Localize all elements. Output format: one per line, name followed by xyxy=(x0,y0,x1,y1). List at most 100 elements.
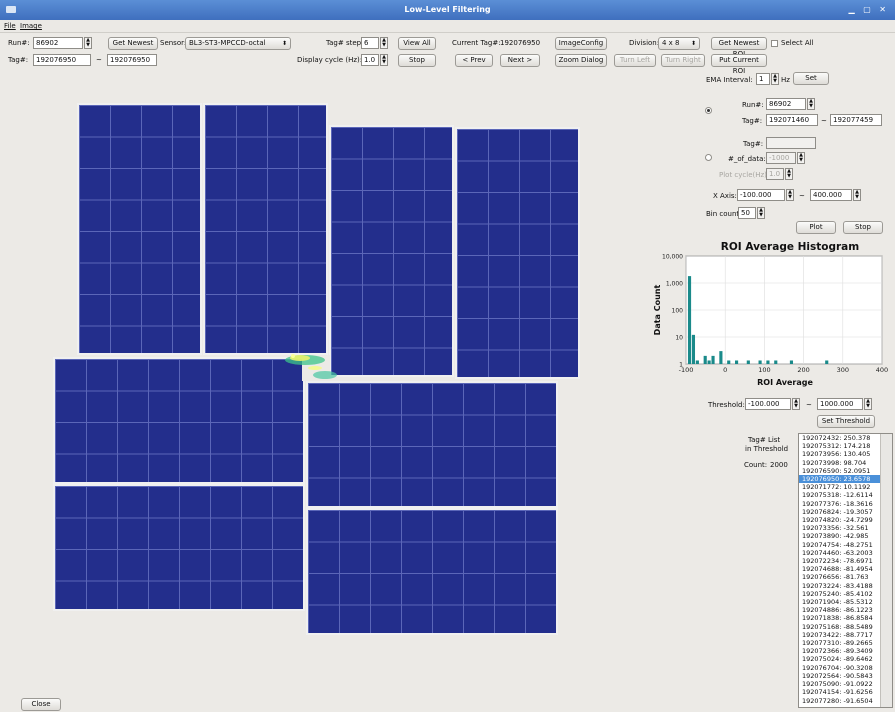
tag-range-radio[interactable] xyxy=(705,107,712,114)
tag-list-item[interactable]: 192074460: -63.2003 xyxy=(799,549,892,557)
tag-list-item[interactable]: 192073224: -83.4188 xyxy=(799,582,892,590)
stop-button[interactable]: Stop xyxy=(398,54,436,67)
ema-spinner[interactable]: ▲ ▼ xyxy=(771,73,779,85)
tag-list-item[interactable]: 192076950: 23.6578 xyxy=(799,475,892,484)
tag-list-item[interactable]: 192073422: -88.7717 xyxy=(799,631,892,639)
display-cycle-spinner[interactable]: ▲ ▼ xyxy=(380,54,388,66)
tag-to-field[interactable]: 192076950 xyxy=(107,54,157,66)
histogram-bar xyxy=(711,355,715,364)
tag-list-item[interactable]: 192077310: -89.2665 xyxy=(799,639,892,647)
get-newest-button[interactable]: Get Newest xyxy=(108,37,158,50)
x-axis-to-spinner[interactable]: ▲ ▼ xyxy=(853,189,861,201)
histogram-bar xyxy=(691,334,696,364)
tag-list-item[interactable]: 192072432: 250.378 xyxy=(799,434,892,442)
detector-image[interactable] xyxy=(40,95,620,640)
plot-button[interactable]: Plot xyxy=(796,221,836,234)
tag-list-item[interactable]: 192076824: -19.3057 xyxy=(799,508,892,516)
window-controls-icon[interactable]: ▁ ▢ ✕ xyxy=(849,5,890,14)
ema-set-button[interactable]: Set xyxy=(793,72,829,85)
num-data-field[interactable]: -1000 xyxy=(766,152,796,164)
histogram-bar xyxy=(766,360,770,364)
roi-run-spinner[interactable]: ▲ ▼ xyxy=(807,98,815,110)
y-tick-label: 100 xyxy=(672,308,684,315)
tag-list-item[interactable]: 192071838: -86.8584 xyxy=(799,614,892,622)
tag-list-item[interactable]: 192073890: -42.985 xyxy=(799,532,892,540)
tag-list-item[interactable]: 192074154: -91.6256 xyxy=(799,688,892,696)
put-current-roi-button[interactable]: Put Current ROI xyxy=(711,54,767,75)
plot-cycle-spinner[interactable]: ▲ ▼ xyxy=(785,168,793,180)
get-newest-roi-button[interactable]: Get Newest ROI xyxy=(711,37,767,58)
bin-count-spinner[interactable]: ▲ ▼ xyxy=(757,207,765,219)
tag-list-item[interactable]: 192075090: -91.0922 xyxy=(799,680,892,688)
view-all-button[interactable]: View All xyxy=(398,37,436,50)
tag-list[interactable]: 192072432: 250.378 192075312: 174.218 1920… xyxy=(798,433,893,708)
roi-run-field[interactable]: 86902 xyxy=(766,98,806,110)
x-axis-from-field[interactable]: -100.000 xyxy=(737,189,785,201)
next-button[interactable]: Next > xyxy=(500,54,540,67)
zoom-dialog-button[interactable]: Zoom Dialog xyxy=(555,54,607,67)
sensor-combo[interactable]: BL3-ST3-MPCCD-octal ⬍ xyxy=(185,37,291,50)
tag-list-item[interactable]: 192073998: 98.704 xyxy=(799,459,892,467)
x-axis-label: X Axis: xyxy=(713,192,737,200)
division-value: 4 x 8 xyxy=(662,39,680,47)
tag-list-item[interactable]: 192075168: -88.5489 xyxy=(799,623,892,631)
roi-tag2-field[interactable] xyxy=(766,137,816,149)
x-tick-label: 200 xyxy=(797,366,809,374)
tag-step-field[interactable]: 6 xyxy=(361,37,379,49)
tag-list-item[interactable]: 192073356: -32.561 xyxy=(799,524,892,532)
menu-image[interactable]: Image xyxy=(20,22,42,30)
tag-list-item[interactable]: 192074820: -24.7299 xyxy=(799,516,892,524)
tag-list-item[interactable]: 192075024: -89.6462 xyxy=(799,655,892,663)
threshold-to-spinner[interactable]: ▲ ▼ xyxy=(864,398,872,410)
close-button[interactable]: Close xyxy=(21,698,61,711)
division-combo[interactable]: 4 x 8 ⬍ xyxy=(658,37,700,50)
tag-list-item[interactable]: 192076590: 52.0951 xyxy=(799,467,892,475)
tag-list-item[interactable]: 192072564: -90.5843 xyxy=(799,672,892,680)
menu-file[interactable]: File xyxy=(4,22,16,30)
tag-list-item[interactable]: 192074688: -81.4954 xyxy=(799,565,892,573)
tag-from-field[interactable]: 192076950 xyxy=(33,54,91,66)
tag-list-item[interactable]: 192073956: 130.405 xyxy=(799,450,892,458)
tag-list-item[interactable]: 192076656: -81.763 xyxy=(799,573,892,581)
set-threshold-button[interactable]: Set Threshold xyxy=(817,415,875,428)
x-axis-from-spinner[interactable]: ▲ ▼ xyxy=(786,189,794,201)
bin-count-field[interactable]: 50 xyxy=(738,207,756,219)
run-field[interactable]: 86902 xyxy=(33,37,83,49)
select-all-checkbox[interactable] xyxy=(771,40,778,47)
roi-tag-to-field[interactable]: 192077459 xyxy=(830,114,882,126)
threshold-from-field[interactable]: -100.000 xyxy=(745,398,791,410)
plot-stop-button[interactable]: Stop xyxy=(843,221,883,234)
x-axis-separator: ~ xyxy=(799,192,805,200)
histogram-bar xyxy=(825,360,829,364)
threshold-from-spinner[interactable]: ▲ ▼ xyxy=(792,398,800,410)
tag-list-item[interactable]: 192072234: -78.6971 xyxy=(799,557,892,565)
tag-step-spinner[interactable]: ▲ ▼ xyxy=(380,37,388,49)
tag-list-item[interactable]: 192077280: -91.6504 xyxy=(799,697,892,705)
tag-list-item[interactable]: 192077376: -18.3616 xyxy=(799,500,892,508)
division-label: Division: xyxy=(629,39,660,47)
tag-list-item[interactable]: 192074886: -86.1223 xyxy=(799,606,892,614)
tag-list-scrollbar[interactable] xyxy=(880,434,892,707)
tag-list-item[interactable]: 192075240: -85.4102 xyxy=(799,590,892,598)
display-cycle-field[interactable]: 1.0 xyxy=(361,54,379,66)
image-config-button[interactable]: ImageConfig xyxy=(555,37,607,50)
x-axis-to-field[interactable]: 400.000 xyxy=(810,189,852,201)
tag-list-item[interactable]: 192075318: -12.6114 xyxy=(799,491,892,499)
tag-list-item[interactable]: 192071904: -85.5312 xyxy=(799,598,892,606)
num-data-spinner[interactable]: ▲ ▼ xyxy=(797,152,805,164)
tag-list-item[interactable]: 192074754: -48.2751 xyxy=(799,541,892,549)
tag-list-item[interactable]: 192071772: 10.1192 xyxy=(799,483,892,491)
plot-cycle-field[interactable]: 1.0 xyxy=(766,168,784,180)
turn-right-button[interactable]: Turn Right xyxy=(661,54,705,67)
roi-tag-from-field[interactable]: 192071460 xyxy=(766,114,818,126)
tag-list-item[interactable]: 192076704: -90.3208 xyxy=(799,664,892,672)
prev-button[interactable]: < Prev xyxy=(455,54,493,67)
ema-field[interactable]: 1 xyxy=(756,73,770,85)
turn-left-button[interactable]: Turn Left xyxy=(614,54,656,67)
tag-list-item[interactable]: 192075312: 174.218 xyxy=(799,442,892,450)
num-data-radio[interactable] xyxy=(705,154,712,161)
threshold-to-field[interactable]: 1000.000 xyxy=(817,398,863,410)
tag-list-item[interactable]: 192072366: -89.3409 xyxy=(799,647,892,655)
run-spinner[interactable]: ▲ ▼ xyxy=(84,37,92,49)
roi-histogram-chart[interactable]: ROI Average Histogram Data Count ROI Ave… xyxy=(650,238,892,388)
